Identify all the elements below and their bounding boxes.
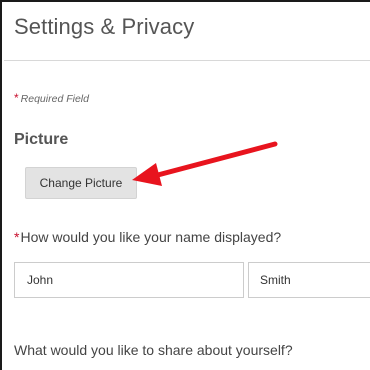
change-picture-button[interactable]: Change Picture xyxy=(25,167,137,199)
required-field-text: Required Field xyxy=(20,93,89,105)
about-yourself-question: What would you like to share about yours… xyxy=(14,342,293,358)
arrow-pointer-icon xyxy=(132,141,278,186)
required-asterisk: * xyxy=(14,91,19,105)
required-field-note: * Required Field xyxy=(14,91,89,105)
last-name-input[interactable] xyxy=(248,262,370,298)
title-divider xyxy=(4,60,370,61)
first-name-input[interactable] xyxy=(14,262,244,298)
page-title: Settings & Privacy xyxy=(14,14,195,39)
name-display-question-text: How would you like your name displayed? xyxy=(20,229,282,245)
picture-section-heading: Picture xyxy=(14,131,69,148)
required-asterisk: * xyxy=(14,229,20,245)
name-display-question: *How would you like your name displayed? xyxy=(14,229,281,245)
